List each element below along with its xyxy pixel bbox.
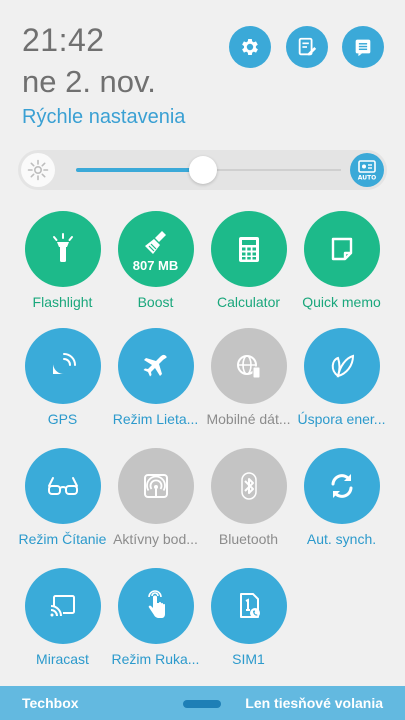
tile-label: Režim Čítanie <box>18 531 107 547</box>
tile-circle[interactable] <box>303 328 380 404</box>
tile-label: Aktívny bod... <box>113 531 198 547</box>
sim-icon <box>239 593 260 618</box>
tile-label: Režim Lieta... <box>112 411 199 427</box>
brightness-icon <box>27 159 49 181</box>
tile-label: GPS <box>47 411 78 427</box>
tile-quick-memo[interactable]: Quick memo <box>295 211 388 310</box>
tile-flashlight[interactable]: Flashlight <box>16 211 109 310</box>
leaf-icon <box>331 354 354 378</box>
brightness-slider[interactable] <box>76 156 341 184</box>
brightness-thumb[interactable] <box>189 156 218 184</box>
cast-icon <box>50 595 75 617</box>
clock-time: 21:42 <box>22 22 105 58</box>
tile-glove-mode[interactable]: Režim Ruka... <box>109 568 202 667</box>
tile-label: Flashlight <box>32 294 93 310</box>
drag-handle[interactable] <box>183 700 221 708</box>
quick-settings-title: Rýchle nastavenia <box>22 106 186 128</box>
edit-icon <box>298 37 317 56</box>
list-icon <box>355 39 371 57</box>
tile-sim1[interactable]: SIM1 <box>202 568 295 667</box>
tile-circle[interactable]: 807 MB <box>117 211 194 287</box>
tile-airplane-mode[interactable]: Režim Lieta... <box>109 328 202 427</box>
tile-circle[interactable] <box>210 448 287 524</box>
tile-circle[interactable] <box>117 328 194 404</box>
tile-label: Mobilné dát... <box>206 411 291 427</box>
tile-circle[interactable] <box>303 211 380 287</box>
memo-icon <box>331 237 352 261</box>
tile-circle[interactable] <box>303 448 380 524</box>
tile-boost[interactable]: 807 MB Boost <box>109 211 202 310</box>
tile-label: Bluetooth <box>218 531 279 547</box>
bluetooth-icon <box>240 472 257 500</box>
tile-power-saving[interactable]: Úspora ener... <box>295 328 388 427</box>
airplane-icon <box>143 354 167 377</box>
mobile-data-icon <box>236 355 260 379</box>
tile-bluetooth[interactable]: Bluetooth <box>202 448 295 547</box>
auto-brightness-button[interactable]: AUTO <box>350 153 384 187</box>
auto-label: AUTO <box>358 175 377 182</box>
tile-reading-mode[interactable]: Režim Čítanie <box>16 448 109 547</box>
tile-circle[interactable] <box>24 448 101 524</box>
broom-icon <box>144 231 166 254</box>
tile-auto-sync[interactable]: Aut. synch. <box>295 448 388 547</box>
auto-brightness-icon: AUTO <box>358 160 377 182</box>
clock-date: ne 2. nov. <box>22 64 156 99</box>
tile-circle[interactable] <box>24 328 101 404</box>
tile-circle[interactable] <box>210 568 287 644</box>
tile-label: Miracast <box>36 651 89 667</box>
tile-calculator[interactable]: Calculator <box>202 211 295 310</box>
tile-label: Aut. synch. <box>306 531 377 547</box>
tile-mobile-data[interactable]: Mobilné dát... <box>202 328 295 427</box>
tile-circle[interactable] <box>117 448 194 524</box>
boost-memory-badge: 807 MB <box>132 258 179 273</box>
tile-label: Calculator <box>216 294 281 310</box>
glove-icon <box>147 590 165 618</box>
settings-button[interactable] <box>229 26 271 68</box>
tile-circle[interactable] <box>210 328 287 404</box>
notification-list-button[interactable] <box>342 26 384 68</box>
status-footer: Techbox Len tiesňové volania <box>0 686 405 720</box>
hotspot-icon <box>143 474 168 498</box>
tile-circle[interactable] <box>24 211 101 287</box>
carrier-name: Techbox <box>22 695 79 711</box>
calculator-icon <box>238 237 259 262</box>
tile-label: Režim Ruka... <box>111 651 200 667</box>
brightness-low-button[interactable] <box>21 153 55 187</box>
tile-label: Úspora ener... <box>297 411 386 427</box>
satellite-icon <box>52 353 76 375</box>
brightness-bar: AUTO <box>18 150 387 190</box>
sync-icon <box>331 474 352 498</box>
flashlight-icon <box>52 233 73 262</box>
glasses-icon <box>47 477 78 495</box>
tile-hotspot[interactable]: Aktívny bod... <box>109 448 202 547</box>
tile-circle[interactable] <box>117 568 194 644</box>
tile-circle[interactable] <box>24 568 101 644</box>
notification-header: 21:42 ne 2. nov. Rýchle nastavenia <box>0 0 405 140</box>
tile-gps[interactable]: GPS <box>16 328 109 427</box>
tile-circle[interactable] <box>210 211 287 287</box>
tile-label: SIM1 <box>232 651 265 667</box>
emergency-calls-only: Len tiesňové volania <box>245 695 383 711</box>
edit-button[interactable] <box>286 26 328 68</box>
tile-miracast[interactable]: Miracast <box>16 568 109 667</box>
settings-icon <box>242 39 258 55</box>
tile-label: Quick memo <box>302 294 381 310</box>
tile-label: Boost <box>137 294 174 310</box>
brightness-fill <box>76 168 204 172</box>
